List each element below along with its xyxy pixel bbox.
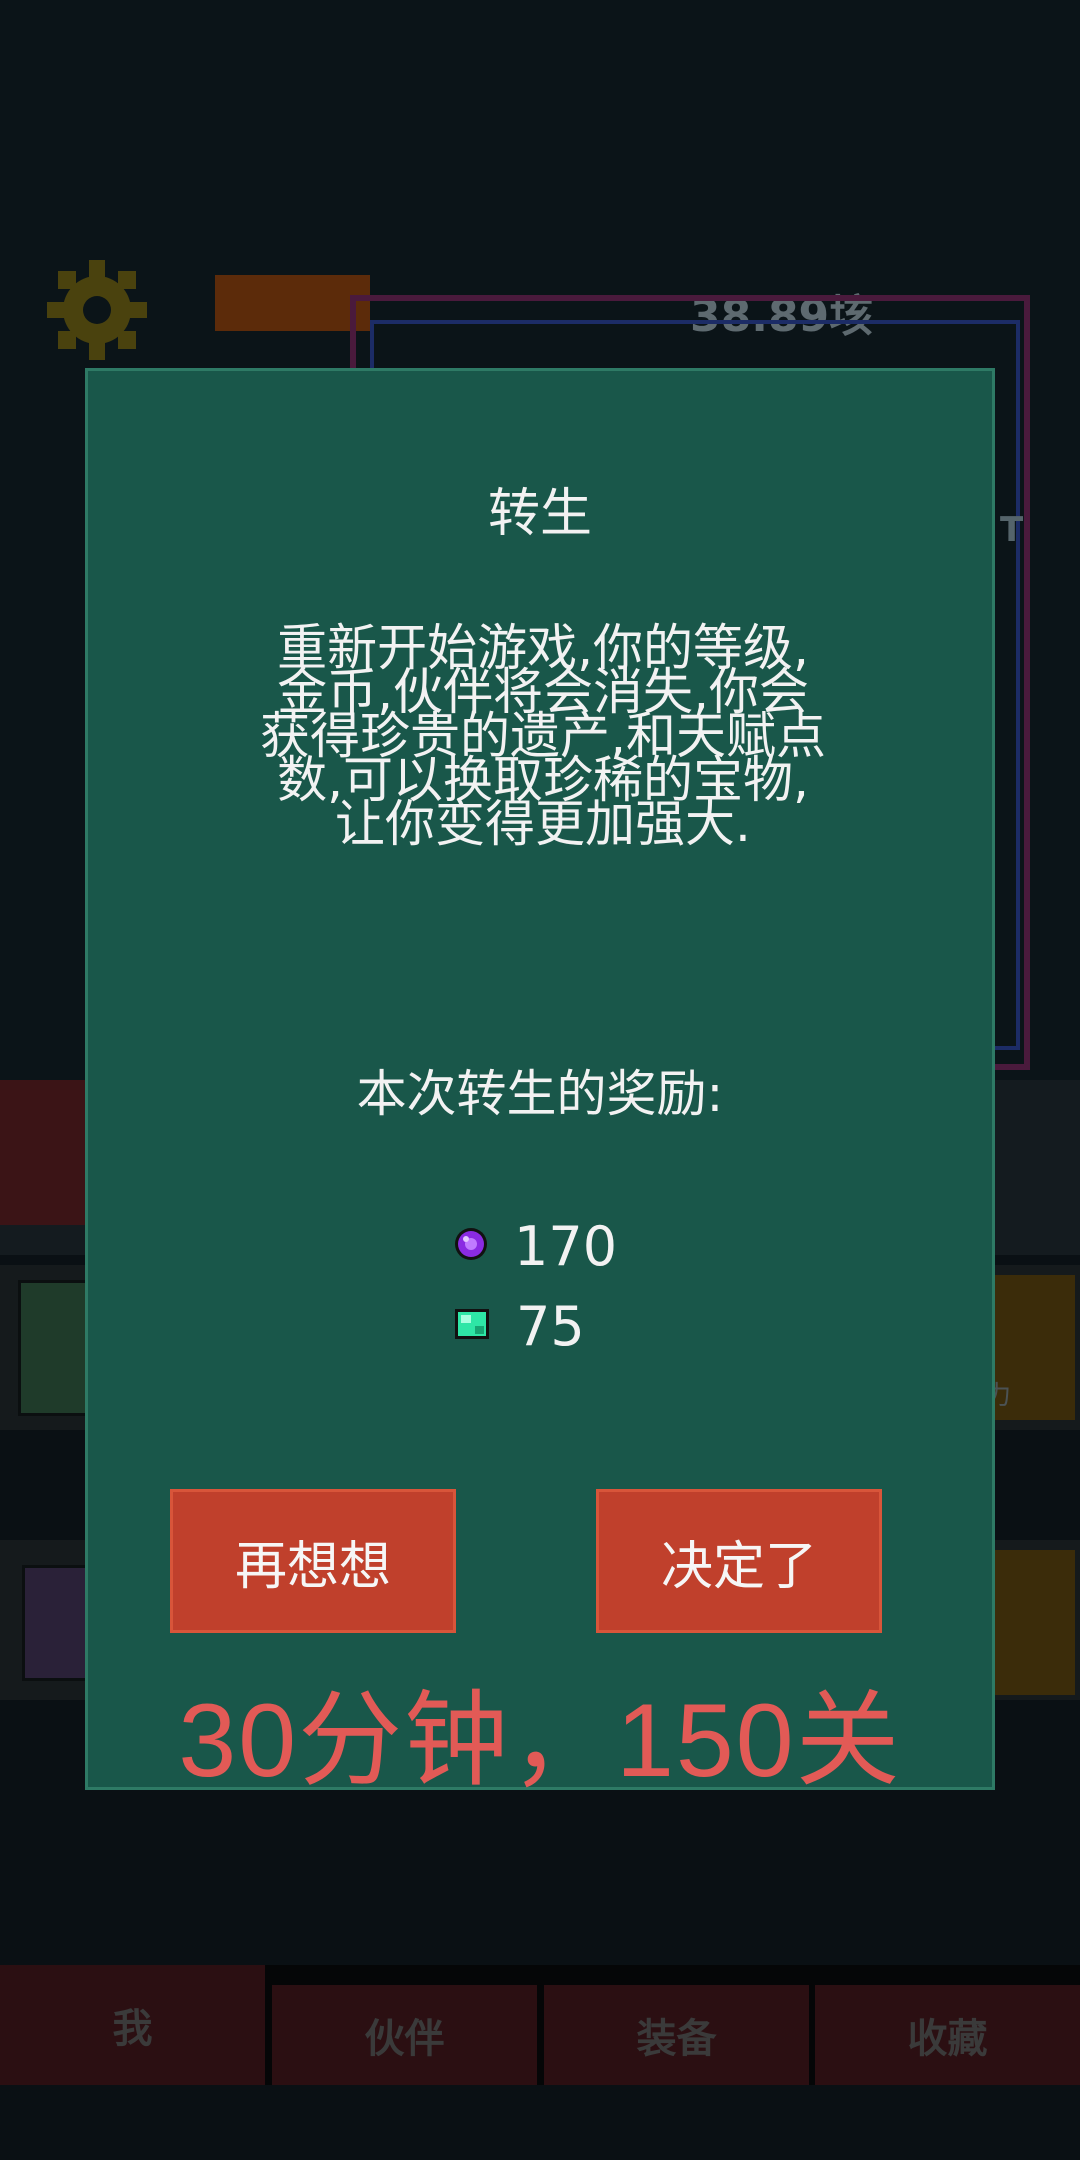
- reward-value: 170: [514, 1214, 618, 1278]
- reward-value: 75: [516, 1294, 585, 1358]
- purple-orb-icon: [453, 1226, 489, 1266]
- settings-gear-icon[interactable]: [42, 255, 152, 365]
- attack-button[interactable]: [0, 1080, 95, 1225]
- tab-partners[interactable]: 伙伴: [272, 1985, 537, 2085]
- green-gem-icon: [453, 1305, 491, 1347]
- overlay-caption: 30分钟，150关: [178, 1683, 902, 1799]
- tab-me[interactable]: 我: [0, 1965, 265, 2085]
- stage-side-label: T: [1000, 510, 1024, 550]
- cancel-button[interactable]: 再想想: [170, 1489, 456, 1633]
- level-bar: [215, 275, 370, 331]
- dialog-title: 转生: [487, 484, 592, 544]
- confirm-button[interactable]: 决定了: [596, 1489, 882, 1633]
- tab-equipment[interactable]: 装备: [544, 1985, 809, 2085]
- reward-label: 本次转生的奖励:: [356, 1065, 724, 1123]
- rebirth-dialog: 转生 重新开始游戏,你的等级, 金币,伙伴将会消失,你会 获得珍贵的遗产,和天赋…: [85, 368, 995, 1790]
- reward-row: 170: [453, 1211, 617, 1281]
- reward-row: 75: [453, 1291, 585, 1361]
- dialog-description: 重新开始游戏,你的等级, 金币,伙伴将会消失,你会 获得珍贵的遗产,和天赋点 数…: [183, 623, 903, 849]
- tab-collection[interactable]: 收藏: [815, 1985, 1080, 2085]
